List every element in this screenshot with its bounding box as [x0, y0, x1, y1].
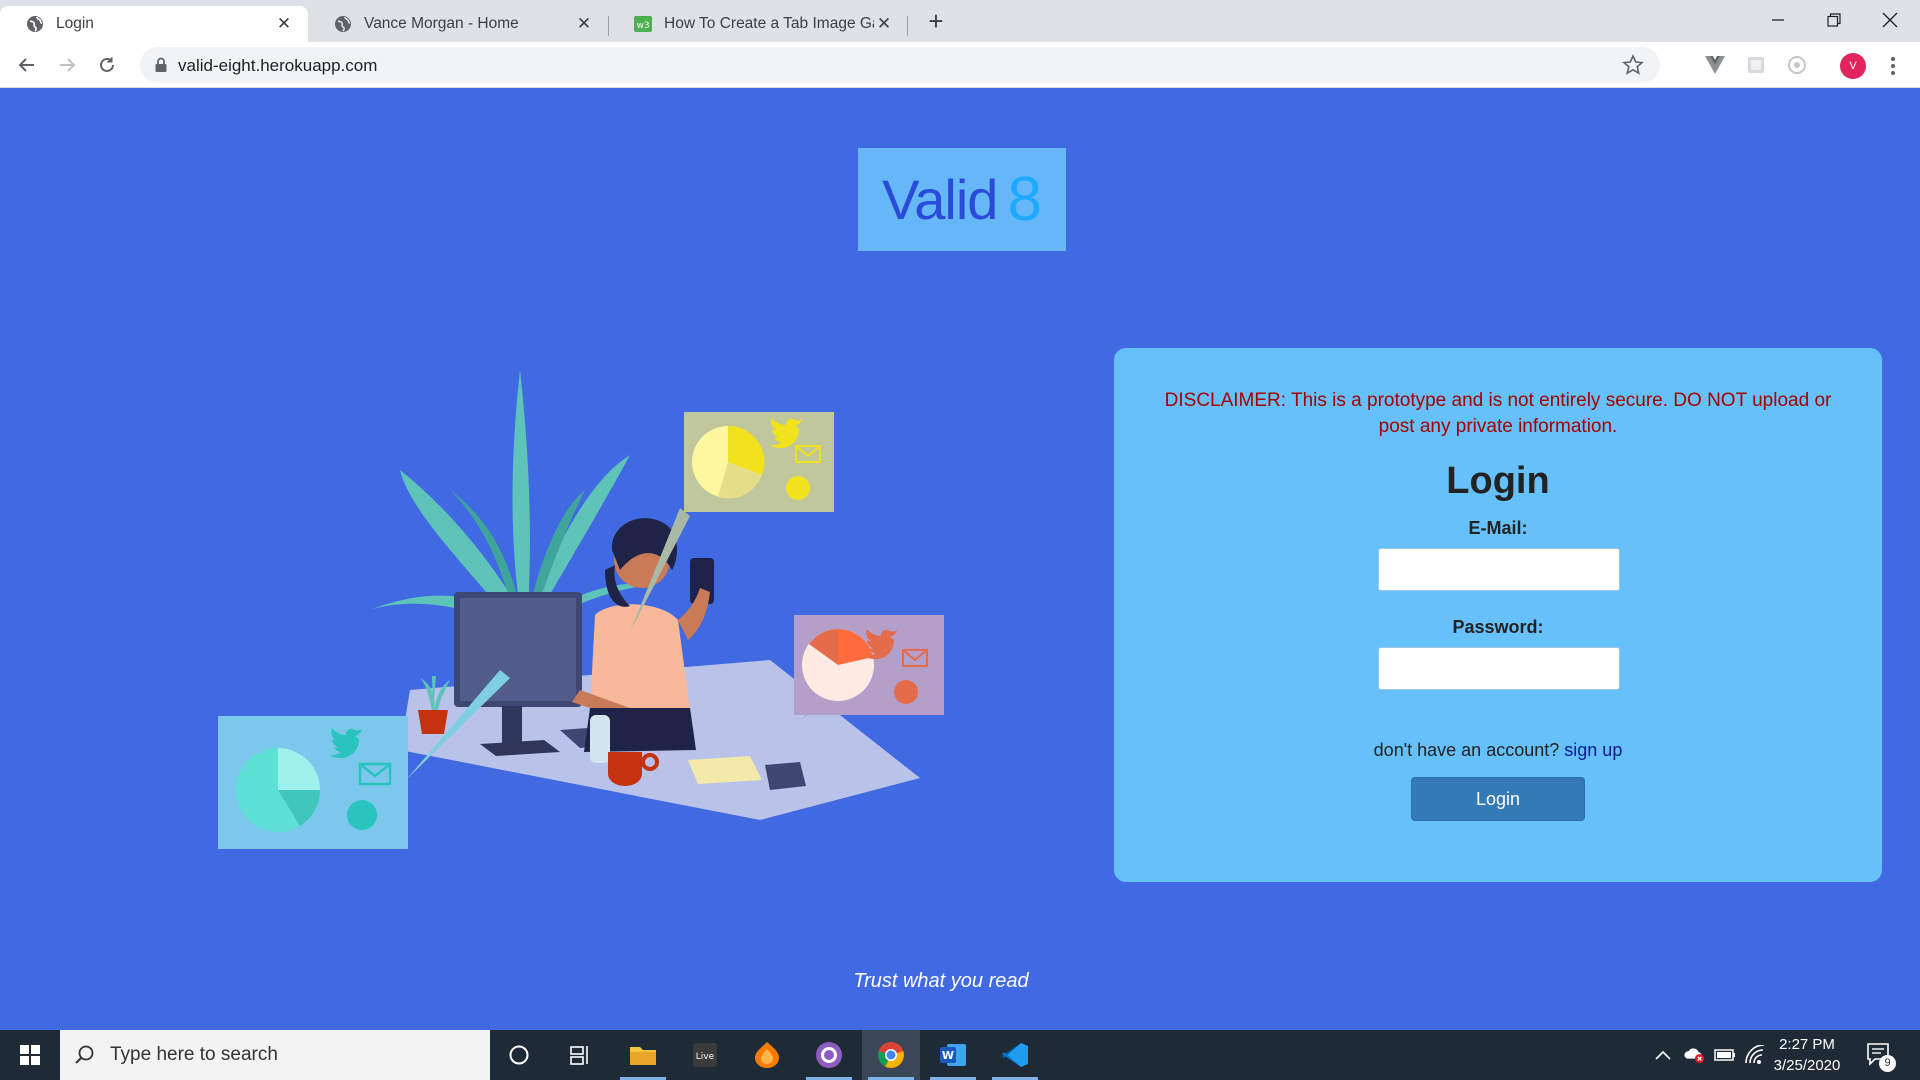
task-view-icon[interactable] [551, 1030, 609, 1080]
close-tab-icon[interactable]: ✕ [574, 14, 594, 34]
email-label: E-Mail: [1468, 518, 1528, 538]
new-tab-button[interactable]: + [922, 8, 950, 36]
password-field[interactable] [1378, 647, 1620, 690]
tab-login[interactable]: Login ✕ [0, 6, 308, 42]
vue-devtools-icon[interactable] [1704, 54, 1726, 76]
address-bar[interactable]: valid-eight.herokuapp.com [140, 47, 1660, 83]
profile-avatar[interactable]: V [1840, 53, 1866, 79]
password-label: Password: [1452, 617, 1544, 637]
logo-wordmark: Valid [882, 168, 998, 231]
restore-icon[interactable] [1806, 0, 1862, 40]
signup-link[interactable]: sign up [1564, 740, 1622, 760]
tagline-text: Trust what you read [853, 970, 1029, 992]
tab-vance-morgan[interactable]: Vance Morgan - Home ✕ [308, 6, 608, 42]
url-text: valid-eight.herokuapp.com [178, 56, 378, 75]
minimize-icon[interactable] [1750, 0, 1806, 40]
tab-title: Vance Morgan - Home [364, 15, 519, 32]
hero-illustration [210, 360, 950, 860]
disclaimer-text: DISCLAIMER: This is a prototype and is n… [1164, 390, 1832, 437]
lock-icon[interactable] [152, 56, 170, 74]
file-explorer-icon[interactable] [614, 1030, 672, 1080]
browser-toolbar: valid-eight.herokuapp.com V [0, 42, 1920, 88]
taskbar-search[interactable]: Type here to search [60, 1030, 490, 1080]
action-center-icon[interactable]: 9 [1866, 1042, 1896, 1072]
svg-text:Live: Live [696, 1052, 715, 1062]
login-button[interactable]: Login [1411, 777, 1585, 821]
tab-title: How To Create a Tab Image Galle [664, 15, 874, 32]
battery-icon[interactable] [1714, 1044, 1736, 1066]
tab-divider [907, 16, 908, 36]
forward-icon[interactable] [50, 48, 84, 82]
chrome-menu-icon[interactable] [1883, 52, 1903, 80]
taskbar: Type here to search Live W 2:27 PM 3/25/… [0, 1030, 1920, 1080]
clock-time: 2:27 PM [1779, 1036, 1835, 1053]
fl-studio-icon[interactable] [738, 1030, 796, 1080]
tab-title: Login [56, 15, 94, 32]
bookmark-star-icon[interactable] [1622, 54, 1644, 76]
search-placeholder: Type here to search [110, 1044, 278, 1065]
globe-icon [26, 15, 44, 33]
github-desktop-icon[interactable] [800, 1030, 858, 1080]
login-card: DISCLAIMER: This is a prototype and is n… [1114, 348, 1882, 882]
svg-text:W: W [942, 1049, 954, 1062]
logo-number: 8 [1007, 165, 1042, 234]
chrome-icon[interactable] [862, 1030, 920, 1080]
signup-prompt-text: don't have an account? [1373, 740, 1560, 760]
tab-strip: Login ✕ Vance Morgan - Home ✕ w3 How To … [0, 0, 1920, 42]
close-tab-icon[interactable]: ✕ [274, 14, 294, 34]
system-clock[interactable]: 2:27 PM 3/25/2020 [1762, 1034, 1852, 1076]
login-heading: Login [1446, 460, 1550, 502]
windows-start-icon[interactable] [0, 1030, 60, 1080]
vscode-icon[interactable] [986, 1030, 1044, 1080]
w3schools-icon: w3 [634, 15, 652, 33]
signup-prompt: don't have an account? sign up [1114, 740, 1882, 761]
notification-count-badge: 9 [1879, 1055, 1896, 1072]
close-window-icon[interactable] [1862, 0, 1918, 40]
svg-text:w3: w3 [636, 21, 649, 31]
search-icon [74, 1044, 96, 1066]
word-icon[interactable]: W [924, 1030, 982, 1080]
email-field[interactable] [1378, 548, 1620, 591]
tab-w3schools[interactable]: w3 How To Create a Tab Image Galle ✕ [608, 6, 908, 42]
tagline: Trust what you read [0, 970, 1920, 993]
back-icon[interactable] [10, 48, 44, 82]
onedrive-error-icon[interactable] [1684, 1044, 1706, 1066]
extension-icon[interactable] [1745, 54, 1767, 76]
site-logo[interactable]: Valid 8 [858, 148, 1066, 251]
reload-icon[interactable] [90, 48, 124, 82]
cortana-icon[interactable] [490, 1030, 548, 1080]
clock-date: 3/25/2020 [1773, 1057, 1841, 1074]
globe-icon [334, 15, 352, 33]
close-tab-icon[interactable]: ✕ [874, 14, 894, 34]
live-icon[interactable]: Live [676, 1030, 734, 1080]
extension-icon[interactable] [1786, 54, 1808, 76]
show-hidden-icons-icon[interactable] [1652, 1044, 1674, 1066]
